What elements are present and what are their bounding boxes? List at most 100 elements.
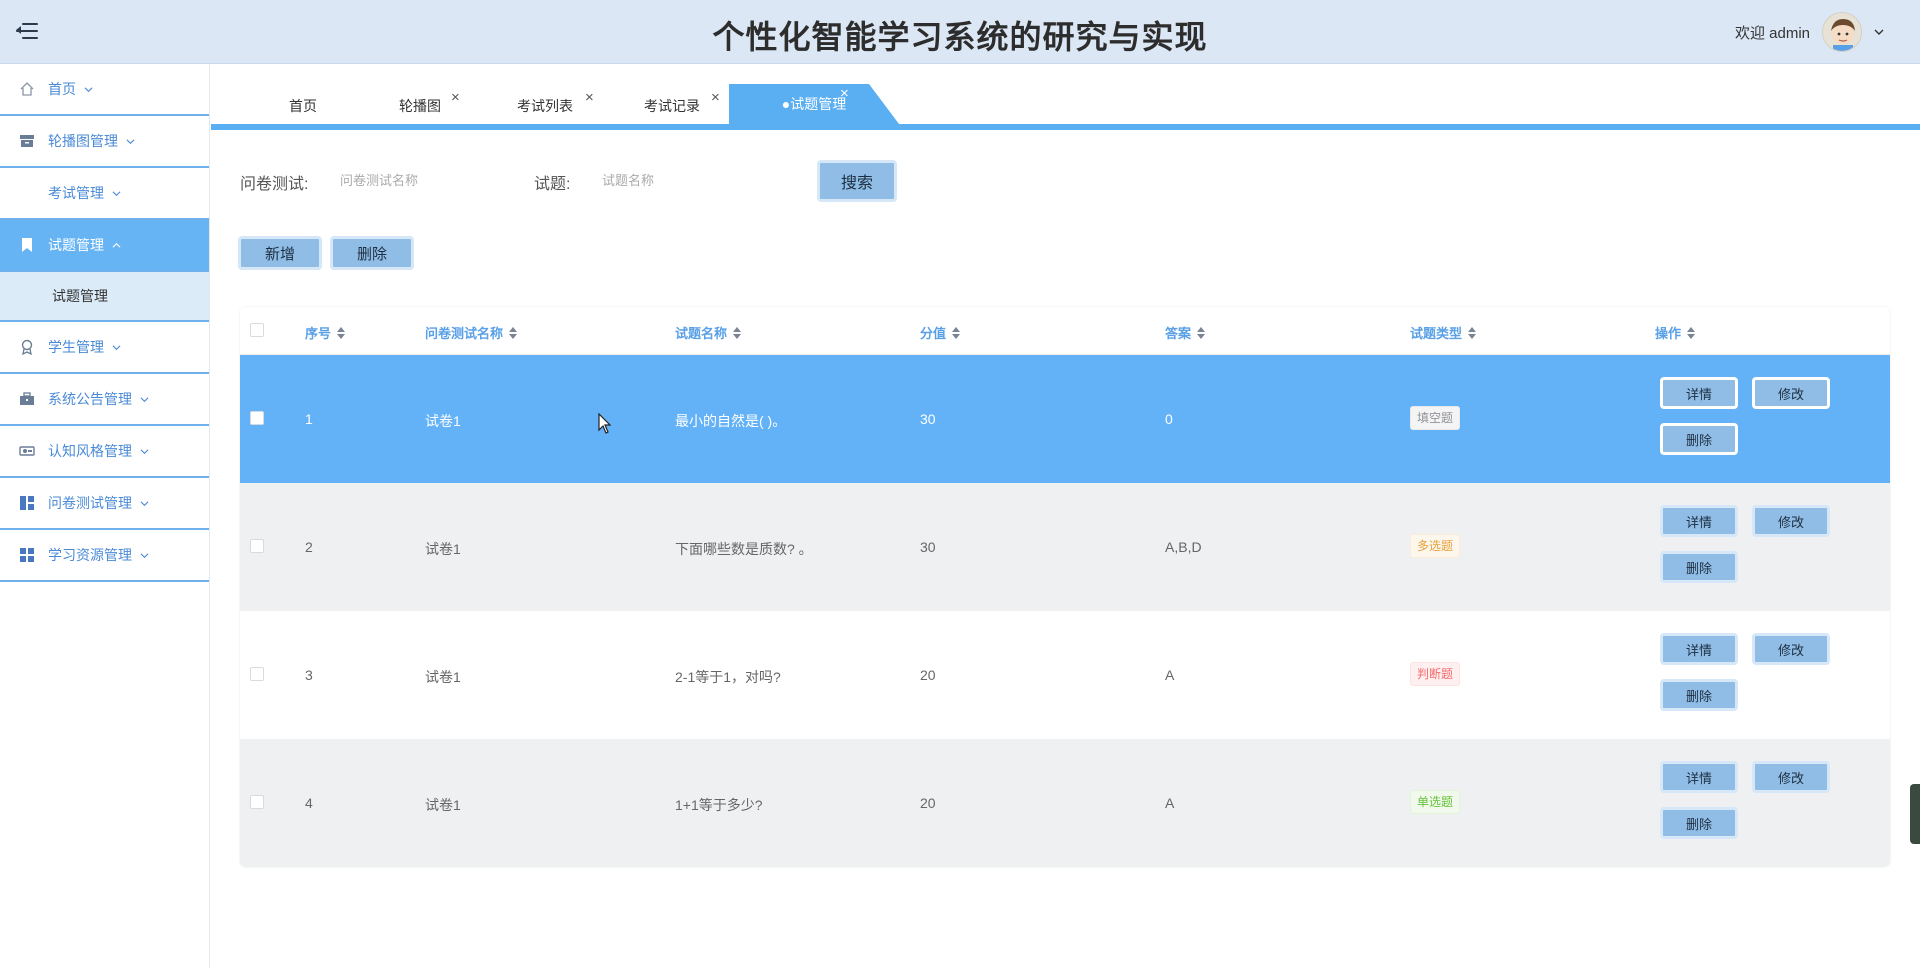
sidebar-subitem-questions[interactable]: 试题管理 [0,272,209,322]
question-search-input[interactable] [602,162,782,198]
sort-icon [337,326,346,339]
sidebar-item-students[interactable]: 学生管理 [0,322,209,374]
sidebar-item-exam[interactable]: 考试管理 [0,168,209,220]
sidebar-item-cognitive[interactable]: 认知风格管理 [0,426,209,478]
toggle-icon [18,442,36,460]
cell-score: 20 [920,667,936,683]
cell-score: 20 [920,795,936,811]
dashboard-icon [18,494,36,512]
detail-button[interactable]: 详情 [1660,505,1738,537]
cell-score: 30 [920,411,936,427]
sidebar-item-carousel[interactable]: 轮播图管理 [0,116,209,168]
tab-label: 轮播图 [399,98,441,114]
home-icon [18,80,36,98]
sidebar-item-label: 试题管理 [48,237,104,253]
exam-search-input[interactable] [340,162,520,198]
sidebar-item-notice[interactable]: 系统公告管理 [0,374,209,426]
grid-icon [18,546,36,564]
medal-icon [18,338,36,356]
sort-icon [1687,326,1696,339]
sort-icon [1468,326,1477,339]
sidebar-item-home[interactable]: 首页 [0,64,209,116]
top-header: 个性化智能学习系统的研究与实现 欢迎 admin [0,0,1920,64]
sidebar-item-label: 首页 [48,81,76,97]
close-icon[interactable]: × [451,78,460,118]
cell-exam: 试卷1 [425,413,461,429]
tab-exam-list[interactable]: 考试列表 × [517,86,594,126]
row-delete-button[interactable]: 删除 [1660,807,1738,839]
question-type-tag: 填空题 [1410,406,1461,430]
edit-button[interactable]: 修改 [1752,377,1830,409]
sidebar-item-questions[interactable]: 试题管理 [0,220,209,272]
user-menu[interactable]: 欢迎 admin [1735,10,1884,54]
detail-button[interactable]: 详情 [1660,377,1738,409]
bookmark-icon [18,236,36,254]
select-all-checkbox[interactable] [250,323,264,337]
edit-button[interactable]: 修改 [1752,505,1830,537]
sidebar-item-survey[interactable]: 问卷测试管理 [0,478,209,530]
exam-search-label: 问卷测试: [240,176,309,193]
chevron-up-icon [112,242,121,248]
chevron-down-icon [126,138,135,144]
cell-score: 30 [920,539,936,555]
chevron-down-icon [112,190,121,196]
question-type-tag: 单选题 [1410,790,1461,814]
questions-table: 序号 问卷测试名称 试题名称 分值 答案 试题类型 操作 1 试卷1 最小的自然… [240,307,1890,867]
cell-question: 最小的自然是( )。 [675,413,787,429]
mouse-cursor-icon [598,413,612,434]
cell-answer: A,B,D [1165,539,1202,555]
column-header[interactable]: 问卷测试名称 [425,323,518,342]
detail-button[interactable]: 详情 [1660,633,1738,665]
column-header[interactable]: 操作 [1655,323,1696,342]
question-type-tag: 判断题 [1410,662,1461,686]
cell-question: 2-1等于1，对吗? [675,669,781,685]
column-header[interactable]: 序号 [305,323,346,342]
tab-questions[interactable]: ●试题管理 × [729,84,899,124]
add-button[interactable]: 新增 [238,236,322,270]
sidebar-item-label: 学习资源管理 [48,547,132,563]
sidebar-item-resources[interactable]: 学习资源管理 [0,530,209,582]
sidebar-item-label: 学生管理 [48,339,104,355]
tab-label: ●试题管理 [781,96,847,112]
delete-button[interactable]: 删除 [330,236,414,270]
edit-button[interactable]: 修改 [1752,761,1830,793]
chevron-down-icon [84,86,93,92]
row-checkbox[interactable] [250,795,264,809]
column-header[interactable]: 试题名称 [675,323,742,342]
row-delete-button[interactable]: 删除 [1660,679,1738,711]
column-header[interactable]: 试题类型 [1410,323,1477,342]
table-row[interactable]: 1 试卷1 最小的自然是( )。 30 0 填空题 详情 修改 删除 [240,355,1890,483]
question-search-label: 试题: [534,176,571,193]
close-icon[interactable]: × [585,78,594,118]
search-button[interactable]: 搜索 [817,160,897,202]
cell-exam: 试卷1 [425,541,461,557]
cell-index: 1 [305,411,313,427]
sidebar: 首页 轮播图管理 考试管理 试题管理 试题管理 学生管理 系统公告管理 认知风格… [0,64,210,968]
close-icon[interactable]: × [711,78,720,118]
row-checkbox[interactable] [250,411,264,425]
side-drawer-handle[interactable] [1910,784,1920,844]
table-row[interactable]: 3 试卷1 2-1等于1，对吗? 20 A 判断题 详情 修改 删除 [240,611,1890,739]
row-checkbox[interactable] [250,667,264,681]
row-delete-button[interactable]: 删除 [1660,551,1738,583]
table-row[interactable]: 2 试卷1 下面哪些数是质数? 。 30 A,B,D 多选题 详情 修改 删除 [240,483,1890,611]
tab-exam-records[interactable]: 考试记录 × [644,86,720,126]
tab-carousel[interactable]: 轮播图 × [399,86,460,126]
tab-home[interactable]: 首页 [289,86,317,126]
sort-icon [952,326,961,339]
table-row[interactable]: 4 试卷1 1+1等于多少? 20 A 单选题 详情 修改 删除 [240,739,1890,867]
table-header: 序号 问卷测试名称 试题名称 分值 答案 试题类型 操作 [240,307,1890,355]
close-icon[interactable]: × [840,84,849,114]
column-header[interactable]: 分值 [920,323,961,342]
row-checkbox[interactable] [250,539,264,553]
app-title: 个性化智能学习系统的研究与实现 [712,18,1208,56]
chevron-down-icon [1874,29,1884,35]
edit-button[interactable]: 修改 [1752,633,1830,665]
detail-button[interactable]: 详情 [1660,761,1738,793]
cell-index: 3 [305,667,313,683]
row-delete-button[interactable]: 删除 [1660,423,1738,455]
chevron-down-icon [140,500,149,506]
cell-question: 下面哪些数是质数? 。 [675,541,813,557]
column-header[interactable]: 答案 [1165,323,1206,342]
chevron-down-icon [140,552,149,558]
